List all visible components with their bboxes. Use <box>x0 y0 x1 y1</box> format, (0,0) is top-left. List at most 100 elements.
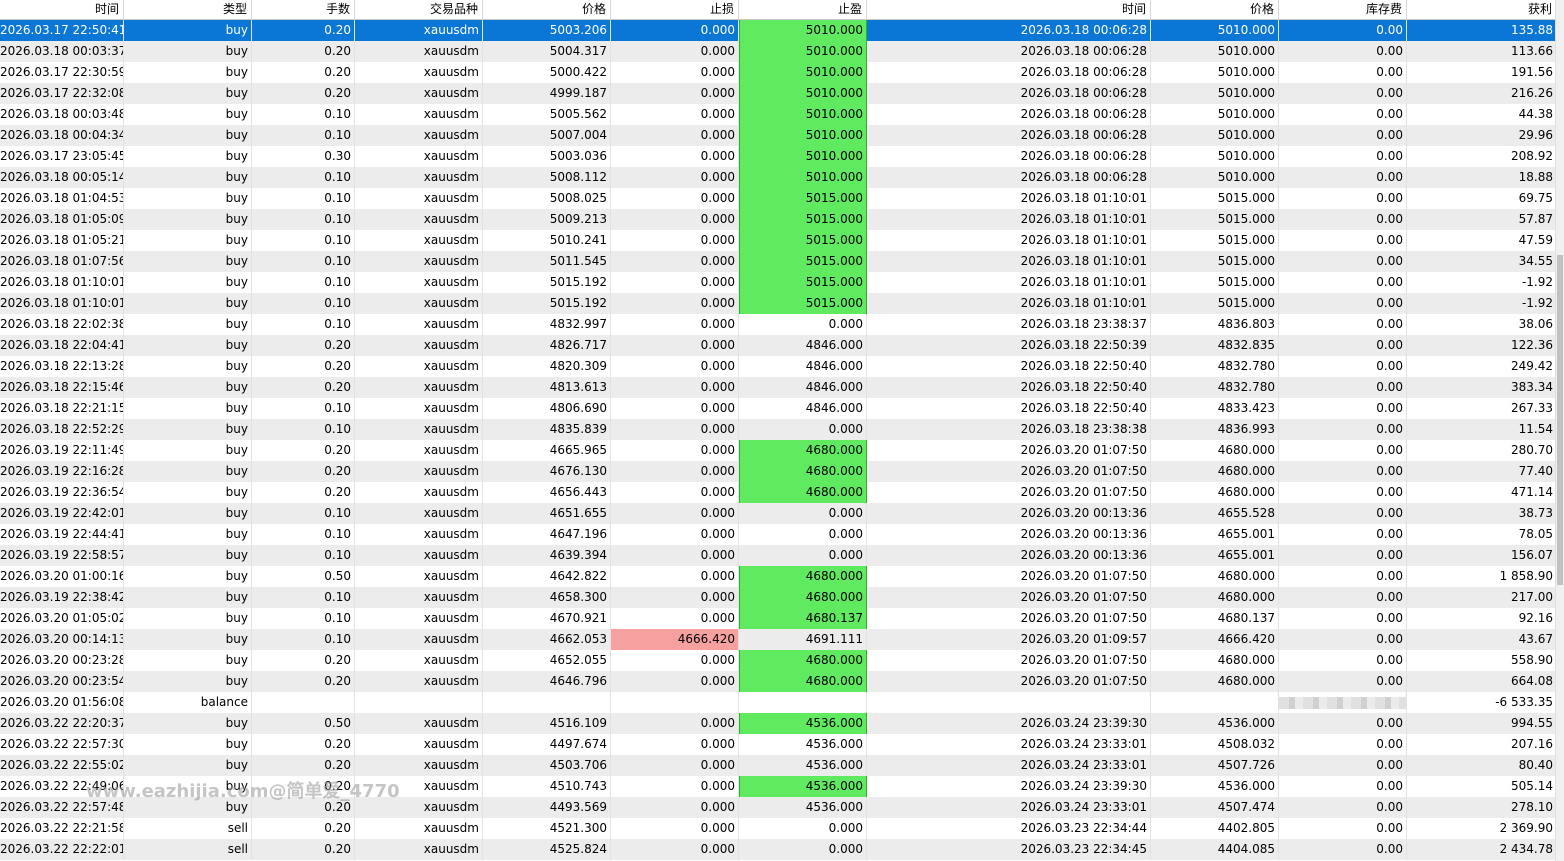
cell-profit[interactable]: 44.38 <box>1407 104 1557 125</box>
cell-close-time[interactable]: 2026.03.20 01:07:50 <box>867 587 1151 608</box>
cell-open-time[interactable]: 2026.03.18 22:13:28 <box>0 356 124 377</box>
cell-symbol[interactable]: xauusdm <box>355 62 483 83</box>
cell-open-price[interactable]: 4497.674 <box>483 734 611 755</box>
cell-symbol[interactable]: xauusdm <box>355 125 483 146</box>
cell-profit[interactable]: 11.54 <box>1407 419 1557 440</box>
cell-close-price[interactable]: 4507.726 <box>1151 755 1279 776</box>
cell-symbol[interactable]: xauusdm <box>355 251 483 272</box>
cell-close-time[interactable]: 2026.03.23 22:34:45 <box>867 839 1151 860</box>
cell-close-price[interactable]: 4832.780 <box>1151 356 1279 377</box>
cell-close-time[interactable]: 2026.03.18 00:06:28 <box>867 83 1151 104</box>
cell-take-profit[interactable]: 5015.000 <box>739 209 867 230</box>
cell-close-time[interactable]: 2026.03.18 01:10:01 <box>867 251 1151 272</box>
cell-volume[interactable]: 0.20 <box>252 671 355 692</box>
cell-stop-loss[interactable]: 0.000 <box>611 146 739 167</box>
cell-stop-loss[interactable]: 0.000 <box>611 797 739 818</box>
cell-close-time[interactable]: 2026.03.24 23:39:30 <box>867 776 1151 797</box>
cell-symbol[interactable]: xauusdm <box>355 293 483 314</box>
cell-open-price[interactable]: 4642.822 <box>483 566 611 587</box>
cell-profit[interactable]: 135.88 <box>1407 20 1557 41</box>
cell-close-time[interactable]: 2026.03.20 01:07:50 <box>867 650 1151 671</box>
cell-stop-loss[interactable]: 0.000 <box>611 524 739 545</box>
cell-volume[interactable]: 0.20 <box>252 461 355 482</box>
cell-stop-loss[interactable]: 0.000 <box>611 41 739 62</box>
cell-take-profit[interactable]: 4846.000 <box>739 377 867 398</box>
cell-symbol[interactable]: xauusdm <box>355 314 483 335</box>
cell-close-price[interactable]: 4680.137 <box>1151 608 1279 629</box>
cell-type[interactable]: buy <box>124 377 252 398</box>
cell-take-profit[interactable]: 4680.000 <box>739 650 867 671</box>
cell-take-profit[interactable]: 5015.000 <box>739 230 867 251</box>
cell-take-profit[interactable]: 0.000 <box>739 524 867 545</box>
cell-profit[interactable]: 994.55 <box>1407 713 1557 734</box>
cell-open-price[interactable]: 4525.824 <box>483 839 611 860</box>
cell-close-time[interactable]: 2026.03.20 01:07:50 <box>867 440 1151 461</box>
column-header-open-price[interactable]: 价格 <box>483 0 611 20</box>
cell-open-time[interactable]: 2026.03.18 22:15:46 <box>0 377 124 398</box>
cell-stop-loss[interactable]: 0.000 <box>611 755 739 776</box>
cell-take-profit[interactable]: 5010.000 <box>739 104 867 125</box>
cell-profit[interactable]: 92.16 <box>1407 608 1557 629</box>
cell-volume[interactable]: 0.20 <box>252 839 355 860</box>
cell-profit[interactable]: 383.34 <box>1407 377 1557 398</box>
cell-type[interactable]: buy <box>124 41 252 62</box>
cell-symbol[interactable]: xauusdm <box>355 755 483 776</box>
cell-profit[interactable]: -6 533.35 <box>1407 692 1557 713</box>
cell-stop-loss[interactable] <box>611 692 739 713</box>
cell-close-price[interactable]: 4833.423 <box>1151 398 1279 419</box>
cell-close-time[interactable]: 2026.03.20 01:07:50 <box>867 482 1151 503</box>
cell-stop-loss[interactable]: 0.000 <box>611 125 739 146</box>
cell-swap[interactable]: 0.00 <box>1279 209 1407 230</box>
cell-volume[interactable]: 0.10 <box>252 293 355 314</box>
cell-open-time[interactable]: 2026.03.19 22:42:01 <box>0 503 124 524</box>
cell-open-time[interactable]: 2026.03.18 01:04:53 <box>0 188 124 209</box>
cell-volume[interactable]: 0.30 <box>252 146 355 167</box>
cell-close-time[interactable]: 2026.03.23 22:34:44 <box>867 818 1151 839</box>
cell-open-time[interactable]: 2026.03.20 01:00:16 <box>0 566 124 587</box>
cell-swap[interactable]: 0.00 <box>1279 461 1407 482</box>
cell-type[interactable]: buy <box>124 146 252 167</box>
cell-profit[interactable]: 18.88 <box>1407 167 1557 188</box>
cell-stop-loss[interactable]: 0.000 <box>611 356 739 377</box>
cell-close-time[interactable]: 2026.03.18 00:06:28 <box>867 125 1151 146</box>
cell-stop-loss[interactable]: 0.000 <box>611 419 739 440</box>
cell-stop-loss[interactable]: 0.000 <box>611 461 739 482</box>
cell-open-time[interactable]: 2026.03.18 00:03:37 <box>0 41 124 62</box>
column-header-close-time[interactable]: 时间 <box>867 0 1151 20</box>
cell-open-time[interactable]: 2026.03.18 01:05:21 <box>0 230 124 251</box>
cell-symbol[interactable]: xauusdm <box>355 146 483 167</box>
cell-open-time[interactable]: 2026.03.18 00:05:14 <box>0 167 124 188</box>
cell-open-price[interactable]: 5008.025 <box>483 188 611 209</box>
cell-symbol[interactable]: xauusdm <box>355 839 483 860</box>
cell-volume[interactable]: 0.20 <box>252 62 355 83</box>
cell-close-time[interactable]: 2026.03.20 01:07:50 <box>867 566 1151 587</box>
cell-open-price[interactable] <box>483 692 611 713</box>
cell-type[interactable]: buy <box>124 797 252 818</box>
cell-open-time[interactable]: 2026.03.20 00:14:13 <box>0 629 124 650</box>
cell-stop-loss[interactable]: 0.000 <box>611 230 739 251</box>
scrollbar-thumb[interactable] <box>1557 255 1563 585</box>
cell-open-time[interactable]: 2026.03.18 01:05:09 <box>0 209 124 230</box>
cell-open-price[interactable]: 5008.112 <box>483 167 611 188</box>
cell-close-price[interactable]: 5010.000 <box>1151 125 1279 146</box>
cell-symbol[interactable]: xauusdm <box>355 797 483 818</box>
cell-close-time[interactable]: 2026.03.18 22:50:40 <box>867 398 1151 419</box>
cell-symbol[interactable]: xauusdm <box>355 104 483 125</box>
cell-symbol[interactable]: xauusdm <box>355 440 483 461</box>
cell-volume[interactable]: 0.10 <box>252 188 355 209</box>
cell-take-profit[interactable]: 5010.000 <box>739 83 867 104</box>
cell-type[interactable]: buy <box>124 209 252 230</box>
cell-symbol[interactable]: xauusdm <box>355 545 483 566</box>
cell-symbol[interactable]: xauusdm <box>355 41 483 62</box>
cell-close-time[interactable]: 2026.03.20 01:09:57 <box>867 629 1151 650</box>
cell-stop-loss[interactable]: 0.000 <box>611 62 739 83</box>
cell-swap[interactable]: 0.00 <box>1279 566 1407 587</box>
cell-profit[interactable]: 217.00 <box>1407 587 1557 608</box>
cell-open-time[interactable]: 2026.03.17 22:32:08 <box>0 83 124 104</box>
cell-volume[interactable] <box>252 692 355 713</box>
cell-open-price[interactable]: 5000.422 <box>483 62 611 83</box>
cell-symbol[interactable] <box>355 692 483 713</box>
cell-symbol[interactable]: xauusdm <box>355 713 483 734</box>
cell-close-time[interactable]: 2026.03.24 23:33:01 <box>867 755 1151 776</box>
cell-swap[interactable]: 0.00 <box>1279 587 1407 608</box>
